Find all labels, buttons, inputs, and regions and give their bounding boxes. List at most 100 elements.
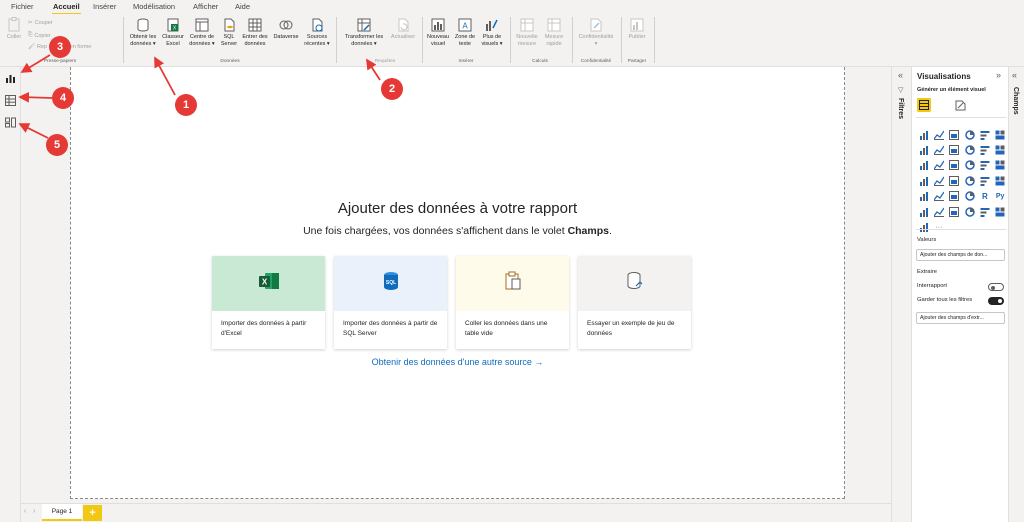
collapse-icon[interactable]: » <box>996 70 1001 80</box>
line-visual-icon[interactable] <box>916 142 931 157</box>
key-influencers-visual-icon[interactable] <box>916 204 931 219</box>
expand-icon[interactable]: « <box>898 70 903 80</box>
shape-map-visual-icon[interactable] <box>947 173 962 188</box>
power-automate-visual-icon[interactable] <box>916 219 931 234</box>
map-visual-icon[interactable] <box>916 173 931 188</box>
dataverse-icon <box>279 17 293 32</box>
clustered-bar-visual-icon[interactable] <box>931 127 946 142</box>
slicer-visual-icon[interactable] <box>931 189 946 204</box>
cut-button[interactable]: ✂ Couper <box>28 20 53 26</box>
tab-fichier[interactable]: Fichier <box>11 2 34 11</box>
group-divider <box>572 17 573 63</box>
tab-accueil[interactable]: Accueil <box>52 2 81 15</box>
tab-modelisation[interactable]: Modélisation <box>133 2 175 11</box>
tab-afficher[interactable]: Afficher <box>193 2 218 11</box>
publish-button[interactable]: Publier <box>624 17 650 41</box>
import-excel-card[interactable]: X Importer des données à partir d'Excel <box>212 256 325 349</box>
build-visual-tab[interactable] <box>917 98 931 112</box>
more-visuals-button[interactable]: Plus de visuels ▾ <box>479 17 505 47</box>
drillthrough-label: Extraire <box>917 269 937 275</box>
paste-data-card[interactable]: Coller les données dans une table vide <box>456 256 569 349</box>
multi-card-visual-icon[interactable] <box>992 173 1007 188</box>
tab-aide[interactable]: Aide <box>235 2 250 11</box>
keep-filters-toggle[interactable] <box>988 297 1004 305</box>
recent-sources-button[interactable]: Sources récentes ▾ <box>302 17 332 47</box>
other-source-link[interactable]: Obtenir des données d'une autre source → <box>71 357 844 367</box>
100-bar-visual-icon[interactable] <box>977 127 992 142</box>
refresh-button[interactable]: Actualiser <box>388 17 418 41</box>
annotation-badge-5: 5 <box>46 134 68 156</box>
paste-button[interactable]: Coller <box>3 17 25 41</box>
gauge-visual-icon[interactable] <box>962 173 977 188</box>
stacked-bar-visual-icon[interactable] <box>916 127 931 142</box>
sensitivity-button[interactable]: Confidentialité ▾ <box>574 17 618 47</box>
fields-pane-collapsed[interactable]: « Champs <box>1009 67 1024 522</box>
transform-data-button[interactable]: Transformer les données ▾ <box>341 17 387 47</box>
dataverse-button[interactable]: Dataverse <box>271 17 301 41</box>
ribbon-visual-icon[interactable] <box>992 142 1007 157</box>
text-box-button[interactable]: A Zone de texte <box>452 17 478 47</box>
line-column-visual-icon[interactable] <box>962 142 977 157</box>
area-visual-icon[interactable] <box>931 142 946 157</box>
table-visual-icon[interactable] <box>947 189 962 204</box>
filters-pane-collapsed[interactable]: « ▽ Filtres <box>891 67 911 522</box>
model-view-icon[interactable] <box>5 115 16 128</box>
qa-visual-icon[interactable] <box>947 204 962 219</box>
quick-measure-button[interactable]: Mesure rapide <box>542 17 566 47</box>
next-page-icon[interactable]: › <box>33 508 35 515</box>
measure-icon <box>520 17 534 32</box>
line-clustered-visual-icon[interactable] <box>977 142 992 157</box>
prev-page-icon[interactable]: ‹ <box>24 508 26 515</box>
donut-visual-icon[interactable] <box>977 158 992 173</box>
sql-server-button[interactable]: SQL Server <box>219 17 239 47</box>
pie-visual-icon[interactable] <box>962 158 977 173</box>
cross-report-toggle[interactable] <box>988 283 1004 291</box>
sample-data-card[interactable]: Essayer un exemple de jeu de données <box>578 256 691 349</box>
power-apps-visual-icon[interactable] <box>992 204 1007 219</box>
import-sql-card[interactable]: SQL Importer des données à partir de SQL… <box>334 256 447 349</box>
values-well[interactable]: Ajouter des champs de don... <box>916 249 1005 261</box>
copy-button[interactable]: ⎘ Copier <box>28 32 51 39</box>
add-data-subtitle: Une fois chargées, vos données s'affiche… <box>303 225 612 237</box>
group-label-data: Données <box>220 59 240 64</box>
funnel-visual-icon[interactable] <box>931 158 946 173</box>
100-column-visual-icon[interactable] <box>992 127 1007 142</box>
keep-filters-label: Garder tous les filtres <box>917 297 973 303</box>
add-page-button[interactable]: + <box>83 505 102 521</box>
clustered-column-visual-icon[interactable] <box>962 127 977 142</box>
narrative-visual-icon[interactable] <box>962 204 977 219</box>
card-visual-icon[interactable] <box>977 173 992 188</box>
get-data-button[interactable]: Obtenir les données ▾ <box>127 17 159 47</box>
enter-data-button[interactable]: Entrer des données <box>239 17 271 47</box>
table-view-icon[interactable] <box>5 93 16 106</box>
report-view-icon[interactable] <box>5 71 16 83</box>
r-visual-visual-icon[interactable]: R <box>977 189 992 204</box>
new-visual-button[interactable]: Nouveau visuel <box>425 17 451 47</box>
more-visual-icon[interactable]: ··· <box>931 219 946 234</box>
report-canvas[interactable]: Ajouter des données à votre rapport Une … <box>70 67 845 499</box>
expand-icon[interactable]: « <box>1012 70 1017 80</box>
python-visual-visual-icon[interactable]: Py <box>992 189 1007 204</box>
page-tab[interactable]: Page 1 <box>42 504 82 521</box>
matrix-visual-icon[interactable] <box>962 189 977 204</box>
quick-measure-label-2: rapide <box>546 40 562 47</box>
dataverse-label: Dataverse <box>273 34 299 40</box>
scatter-visual-icon[interactable] <box>947 158 962 173</box>
waterfall-visual-icon[interactable] <box>916 158 931 173</box>
drillthrough-well[interactable]: Ajouter des champs d'extr... <box>916 312 1005 324</box>
data-hub-button[interactable]: Centre de données ▾ <box>186 17 218 47</box>
filled-map-visual-icon[interactable] <box>931 173 946 188</box>
excel-workbook-button[interactable]: X Classeur Excel <box>160 17 186 47</box>
treemap-visual-icon[interactable] <box>992 158 1007 173</box>
new-measure-button[interactable]: Nouvelle mesure <box>513 17 541 47</box>
format-visual-tab[interactable] <box>953 98 967 112</box>
new-measure-label-1: Nouvelle <box>516 34 538 40</box>
stacked-column-visual-icon[interactable] <box>947 127 962 142</box>
annotation-badge-4: 4 <box>52 87 74 109</box>
kpi-visual-icon[interactable] <box>916 189 931 204</box>
decomposition-tree-visual-icon[interactable] <box>931 204 946 219</box>
stacked-area-visual-icon[interactable] <box>947 142 962 157</box>
tab-inserer[interactable]: Insérer <box>93 2 116 11</box>
paginated-visual-icon[interactable] <box>977 204 992 219</box>
text-box-label-1: Zone de <box>454 34 476 40</box>
